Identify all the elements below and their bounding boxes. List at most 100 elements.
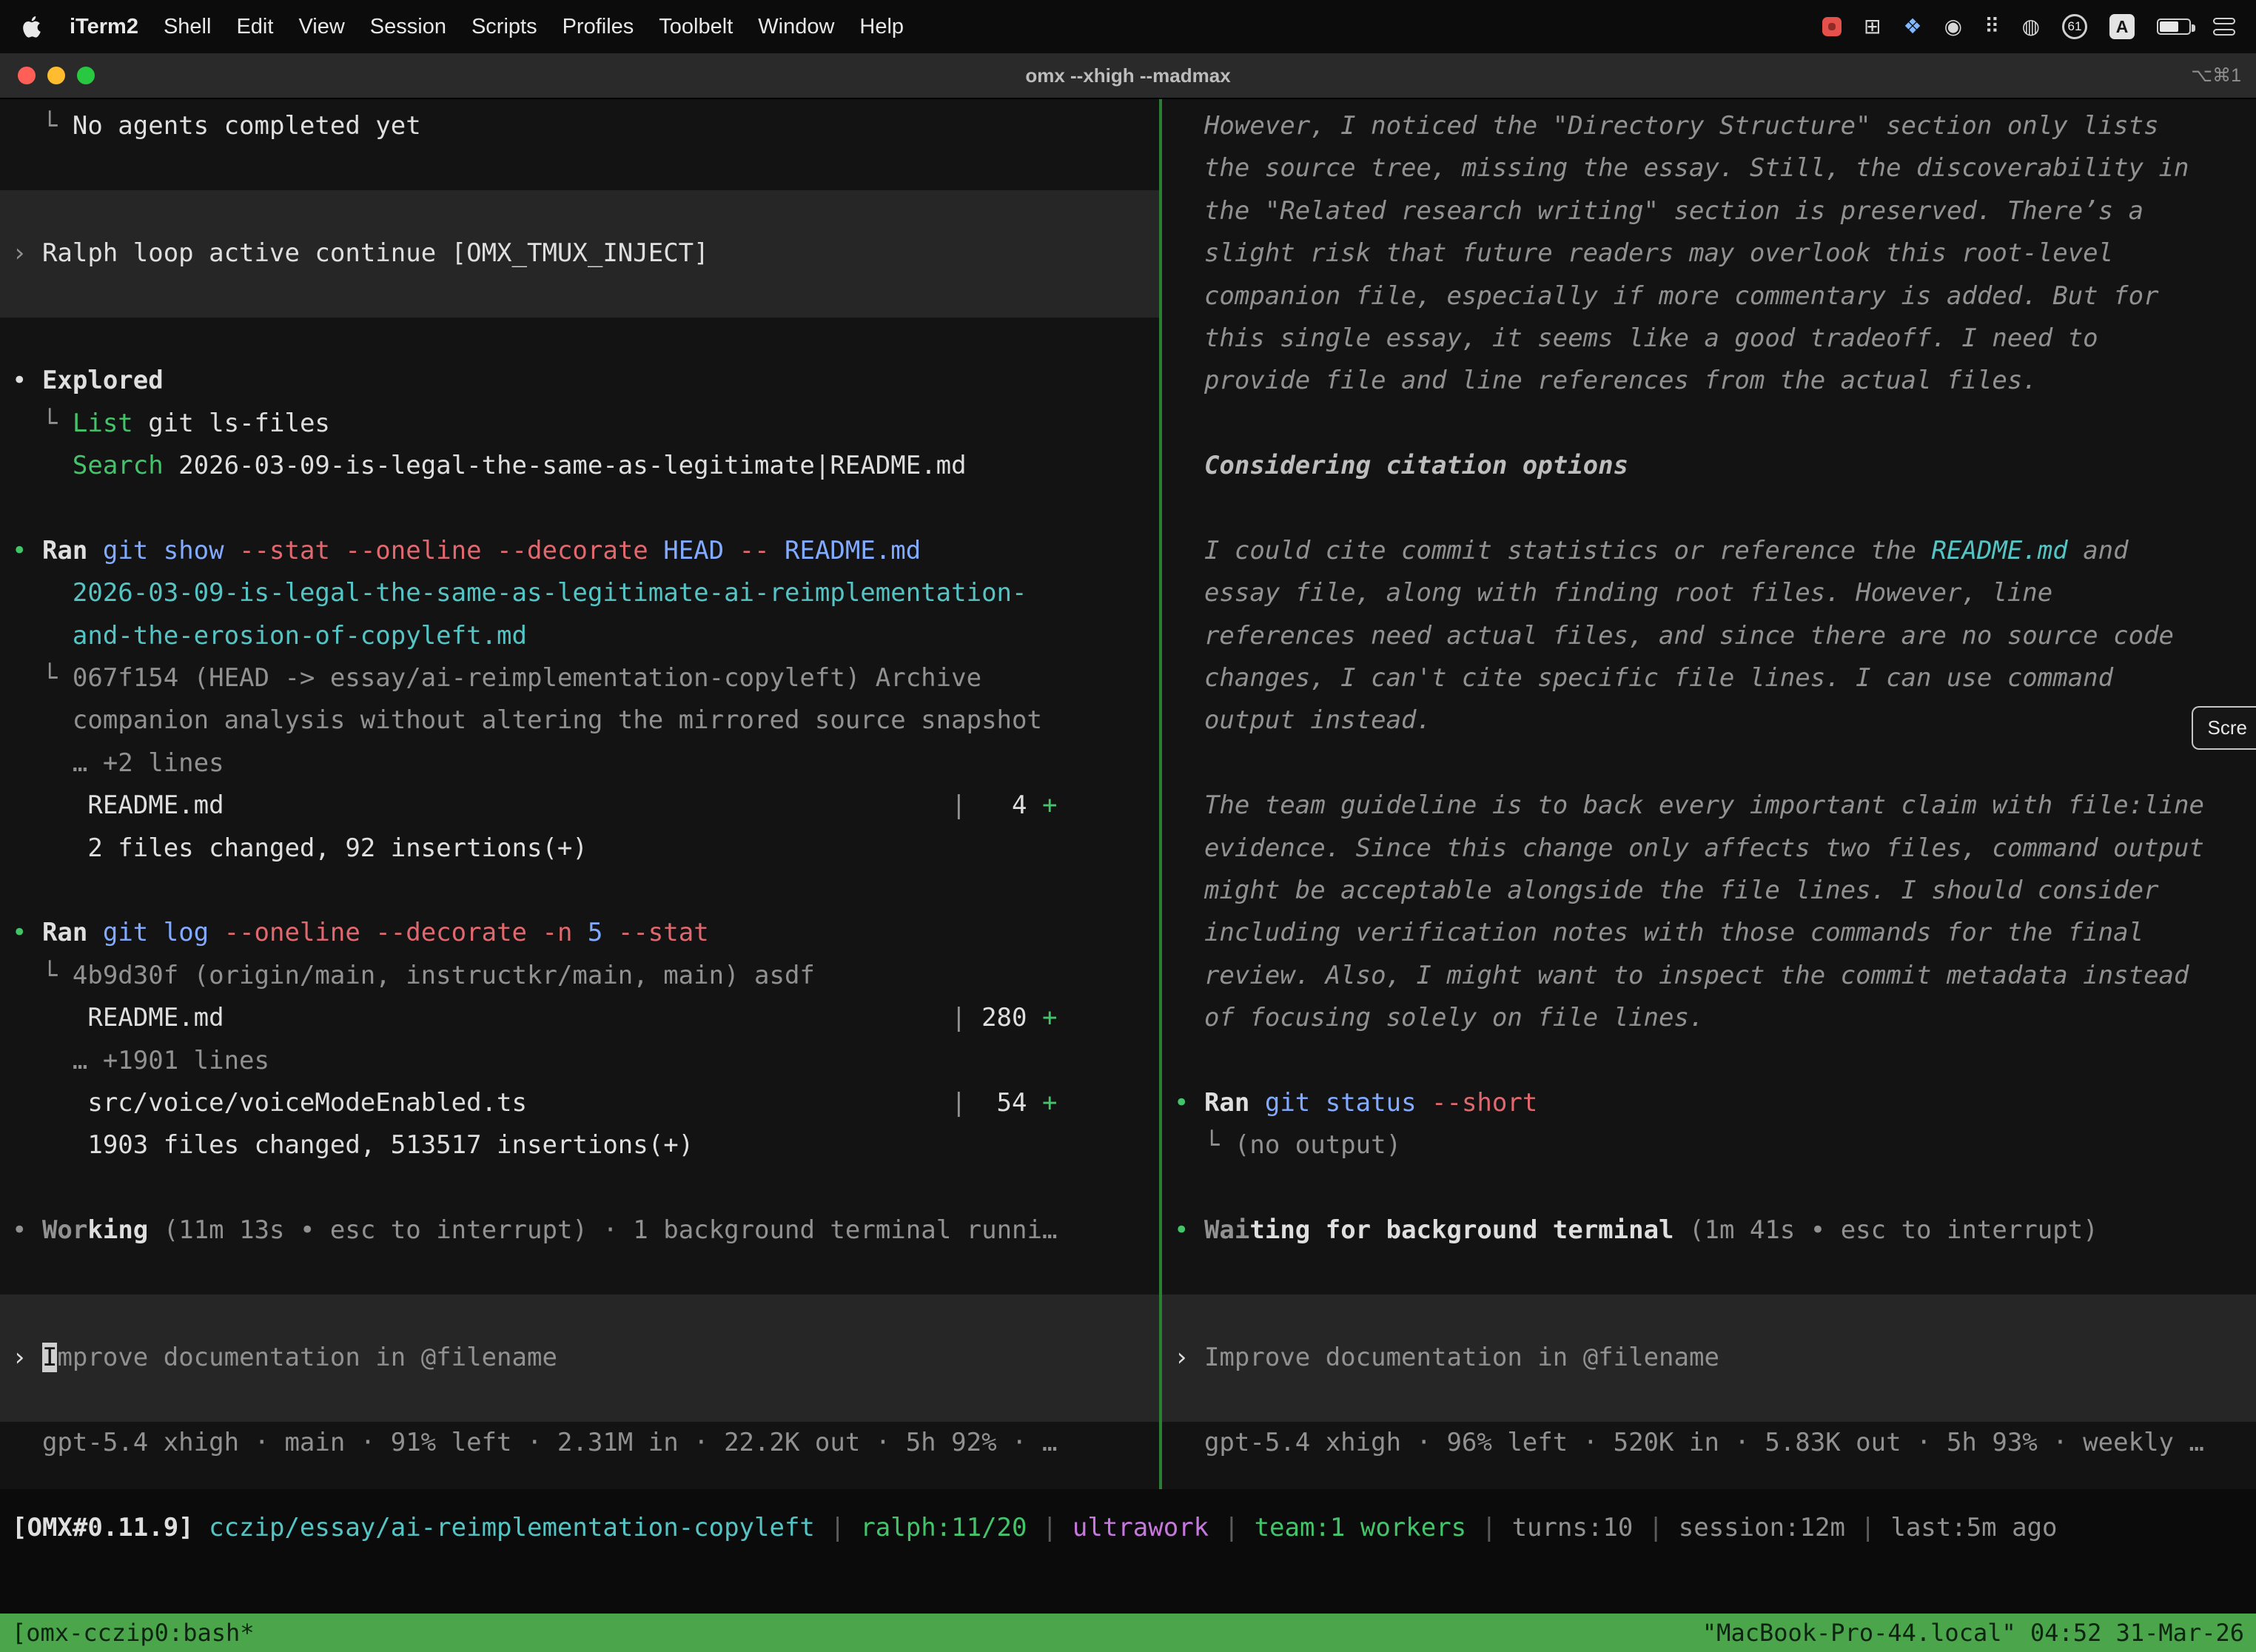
agents-note: └ No agents completed yet [12, 105, 1159, 147]
ran-git-show: • Ran git show --stat --oneline --decora… [12, 530, 1159, 572]
terminal-line: might be acceptable alongside the file l… [1174, 870, 2256, 912]
terminal-line: 1903 files changed, 513517 insertions(+) [12, 1124, 1159, 1166]
battery-icon[interactable] [2157, 19, 2191, 35]
terminal-line [1174, 1252, 2256, 1295]
terminal-line: the source tree, missing the essay. Stil… [1174, 147, 2256, 189]
terminal-line: and-the-erosion-of-copyleft.md [12, 615, 1159, 657]
terminal-line [12, 488, 1159, 530]
tmux-host-clock: "MacBook-Pro-44.local" 04:52 31-Mar-26 [1702, 1619, 2244, 1647]
terminal-line: companion analysis without altering the … [12, 699, 1159, 742]
terminal-line: I could cite commit statistics or refere… [1174, 530, 2256, 572]
terminal-line: Search 2026-03-09-is-legal-the-same-as-l… [12, 445, 1159, 487]
terminal-line [12, 1252, 1159, 1295]
model-status-right: gpt-5.4 xhigh · 96% left · 520K in · 5.8… [1174, 1422, 2256, 1464]
terminal-line [12, 870, 1159, 912]
working-status: • Working (11m 13s • esc to interrupt) ·… [12, 1209, 1159, 1252]
iterm2-window: iTerm2 Shell Edit View Session Scripts Profil… [0, 0, 2256, 1652]
terminal-pane-right[interactable]: However, I noticed the "Directory Struct… [1162, 99, 2256, 1489]
inject-banner[interactable]: › Ralph loop active continue [OMX_TMUX_I… [0, 190, 1159, 318]
terminal-line: changes, I can't cite specific file line… [1174, 657, 2256, 699]
terminal-line: review. Also, I might want to inspect th… [1174, 955, 2256, 997]
terminal-line: 2 files changed, 92 insertions(+) [12, 827, 1159, 870]
terminal-line: README.md | 4 + [12, 785, 1159, 827]
minimize-button[interactable] [47, 67, 65, 84]
window-shortcut-hint: ⌥⌘1 [2191, 64, 2241, 87]
terminal-line: references need actual files, and since … [1174, 615, 2256, 657]
terminal-pane-left[interactable]: └ No agents completed yet › Ralph loop ac… [0, 99, 1159, 1489]
terminal-line [1174, 742, 2256, 785]
control-center-icon[interactable] [2213, 18, 2235, 36]
terminal-line [1174, 488, 2256, 530]
terminal-line: However, I noticed the "Directory Struct… [1174, 105, 2256, 147]
terminal-line: this single essay, it seems like a good … [1174, 318, 2256, 360]
terminal-line: └ 4b9d30f (origin/main, instructkr/main,… [12, 955, 1159, 997]
menu-session[interactable]: Session [370, 15, 446, 39]
battery-percent-badge[interactable]: 61 [2062, 14, 2087, 39]
menu-edit[interactable]: Edit [236, 15, 273, 39]
tmux-session-label[interactable]: [omx-cczip0:bash* [12, 1619, 255, 1647]
menu-profiles[interactable]: Profiles [563, 15, 634, 39]
prompt-input-right[interactable]: › Improve documentation in @filename [1162, 1295, 2256, 1422]
screen-recording-indicator[interactable] [1822, 17, 1842, 36]
inject-banner-text: › Ralph loop active continue [OMX_TMUX_I… [12, 232, 709, 275]
window-titlebar[interactable]: omx --xhigh --madmax ⌥⌘1 [0, 53, 2256, 99]
terminal-line: including verification notes with those … [1174, 912, 2256, 954]
zoom-button[interactable] [77, 67, 95, 84]
terminal-line [12, 1167, 1159, 1209]
terminal-line: src/voice/voiceModeEnabled.ts | 54 + [12, 1082, 1159, 1124]
menu-view[interactable]: View [298, 15, 344, 39]
terminal-line [12, 318, 1159, 360]
omx-status-bar: [OMX#0.11.9] cczip/essay/ai-reimplementa… [0, 1489, 2256, 1614]
window-title: omx --xhigh --madmax [0, 64, 2256, 87]
input-source-icon[interactable]: A [2109, 14, 2135, 39]
spark-icon[interactable]: ❖ [1904, 16, 1922, 37]
terminal-line: └ List git ls-files [12, 403, 1159, 445]
explored-header: • Explored [12, 360, 1159, 402]
terminal-line: essay file, along with finding root file… [1174, 572, 2256, 614]
menu-help[interactable]: Help [859, 15, 904, 39]
reasoning-heading: Considering citation options [1174, 445, 2256, 487]
terminal-line: evidence. Since this change only affects… [1174, 827, 2256, 870]
menu-scripts[interactable]: Scripts [471, 15, 537, 39]
terminal-line: … +2 lines [12, 742, 1159, 785]
terminal-line [1174, 403, 2256, 445]
prompt-input-left[interactable]: › Improve documentation in @filename [0, 1295, 1159, 1422]
terminal-line: └ 067f154 (HEAD -> essay/ai-reimplementa… [12, 657, 1159, 699]
dots-grid-icon[interactable]: ⠿ [1984, 16, 2000, 37]
app-menu[interactable]: iTerm2 [70, 15, 138, 39]
menu-items: Shell Edit View Session Scripts Profiles Toolb… [164, 15, 904, 39]
menu-bar: iTerm2 Shell Edit View Session Scripts Profil… [0, 0, 2256, 53]
apple-menu-icon[interactable] [21, 15, 44, 38]
terminal-line [12, 147, 1159, 189]
menu-toolbelt[interactable]: Toolbelt [659, 15, 733, 39]
close-button[interactable] [18, 67, 36, 84]
terminal-line: The team guideline is to back every impo… [1174, 785, 2256, 827]
terminal-line: provide file and line references from th… [1174, 360, 2256, 402]
waiting-status: • Waiting for background terminal (1m 41… [1174, 1209, 2256, 1252]
terminal-line [1174, 1167, 2256, 1209]
terminal-line: companion file, especially if more comme… [1174, 275, 2256, 318]
model-status-left: gpt-5.4 xhigh · main · 91% left · 2.31M … [12, 1422, 1159, 1464]
prompt-input-right-text: › Improve documentation in @filename [1174, 1337, 1719, 1379]
traffic-lights [18, 67, 95, 84]
prompt-input-left-text: › Improve documentation in @filename [12, 1337, 557, 1379]
omx-status-line: [OMX#0.11.9] cczip/essay/ai-reimplementa… [12, 1507, 2244, 1549]
terminal-line [1174, 1040, 2256, 1082]
terminal-area: └ No agents completed yet › Ralph loop ac… [0, 99, 2256, 1489]
target-icon[interactable]: ◉ [1944, 16, 1962, 37]
window-grid-icon[interactable]: ⊞ [1864, 16, 1881, 37]
terminal-line: └ (no output) [1174, 1124, 2256, 1166]
terminal-line: 2026-03-09-is-legal-the-same-as-legitima… [12, 572, 1159, 614]
tmux-status-bar: [omx-cczip0:bash* "MacBook-Pro-44.local"… [0, 1614, 2256, 1652]
terminal-line: … +1901 lines [12, 1040, 1159, 1082]
menu-window[interactable]: Window [758, 15, 834, 39]
terminal-line: output instead. [1174, 699, 2256, 742]
terminal-line: README.md | 280 + [12, 997, 1159, 1039]
screen-share-button[interactable]: Scre [2192, 706, 2256, 750]
ran-git-status: • Ran git status --short [1174, 1082, 2256, 1124]
ran-git-log: • Ran git log --oneline --decorate -n 5 … [12, 912, 1159, 954]
ring-icon[interactable]: ◍ [2022, 16, 2040, 37]
menu-shell[interactable]: Shell [164, 15, 212, 39]
terminal-line: the "Related research writing" section i… [1174, 190, 2256, 232]
menu-status-icons: ⊞ ❖ ◉ ⠿ ◍ 61 A [1822, 14, 2235, 39]
